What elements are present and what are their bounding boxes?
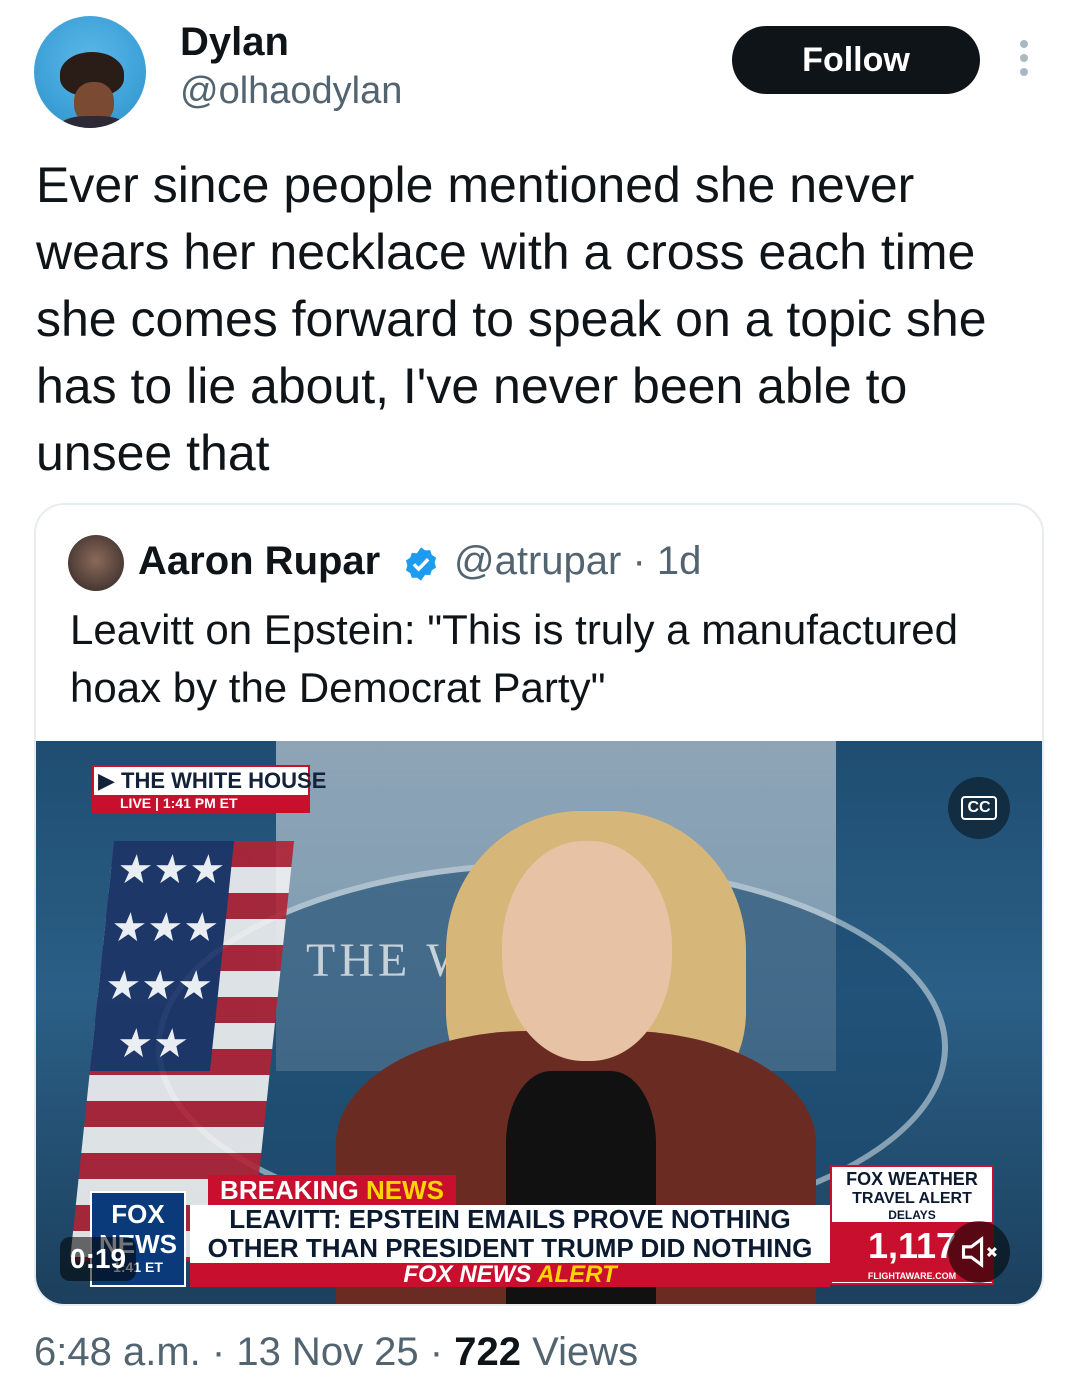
quote-author-handle[interactable]: @atrupar [454,539,621,583]
quote-author-avatar[interactable] [68,535,124,591]
quote-text: Leavitt on Epstein: "This is truly a man… [70,606,959,711]
video-elapsed-time: 0:19 [60,1237,137,1281]
separator-dot: · [211,1330,237,1374]
speaker-face [502,841,672,1061]
headline-text: LEAVITT: EPSTEIN EMAILS PROVE NOTHING OT… [190,1205,830,1292]
tweet-metadata: 6:48 a.m. · 13 Nov 25 · 722 Views [34,1330,638,1375]
fox-news-alert: FOX NEWS ALERT [190,1263,830,1287]
author-avatar[interactable] [34,16,146,128]
views-count: 722 [454,1330,521,1374]
separator-dot: · [632,539,657,583]
captions-button[interactable]: CC [948,777,1010,839]
mute-button[interactable] [948,1221,1010,1283]
tweet-text: Ever since people mentioned she never we… [36,157,987,481]
views-label: Views [532,1330,639,1374]
live-title: ▶ THE WHITE HOUSE [98,768,327,793]
tweet-time[interactable]: 6:48 a.m. [34,1330,201,1374]
author-handle[interactable]: @olhaodylan [180,70,402,113]
live-bar: LIVE | 1:41 PM ET [94,795,308,811]
follow-button[interactable]: Follow [732,26,980,94]
breaking-news-label: BREAKING NEWS [208,1175,456,1205]
video-player[interactable]: THE W OUSE ★★★★★★★★★★★ ▶ THE WHITE HOUSE… [36,741,1042,1304]
quote-author-name[interactable]: Aaron Rupar [138,539,380,584]
author-name[interactable]: Dylan [180,20,289,65]
quote-age[interactable]: 1d [657,539,702,583]
tweet-date[interactable]: 13 Nov 25 [236,1330,418,1374]
quoted-tweet[interactable]: Aaron Rupar @atrupar · 1d Leavitt on Eps… [34,503,1044,1306]
cc-icon: CC [961,796,997,820]
live-bug: ▶ THE WHITE HOUSE LIVE | 1:41 PM ET [92,765,326,813]
lower-third: BREAKING NEWS LEAVITT: EPSTEIN EMAILS PR… [190,1175,830,1292]
speaker-muted-icon [961,1235,997,1269]
verified-badge-icon [405,547,437,581]
more-vertical-icon[interactable] [1012,40,1036,80]
separator-dot: · [429,1330,455,1374]
quote-author-meta: @atrupar · 1d [454,539,701,584]
